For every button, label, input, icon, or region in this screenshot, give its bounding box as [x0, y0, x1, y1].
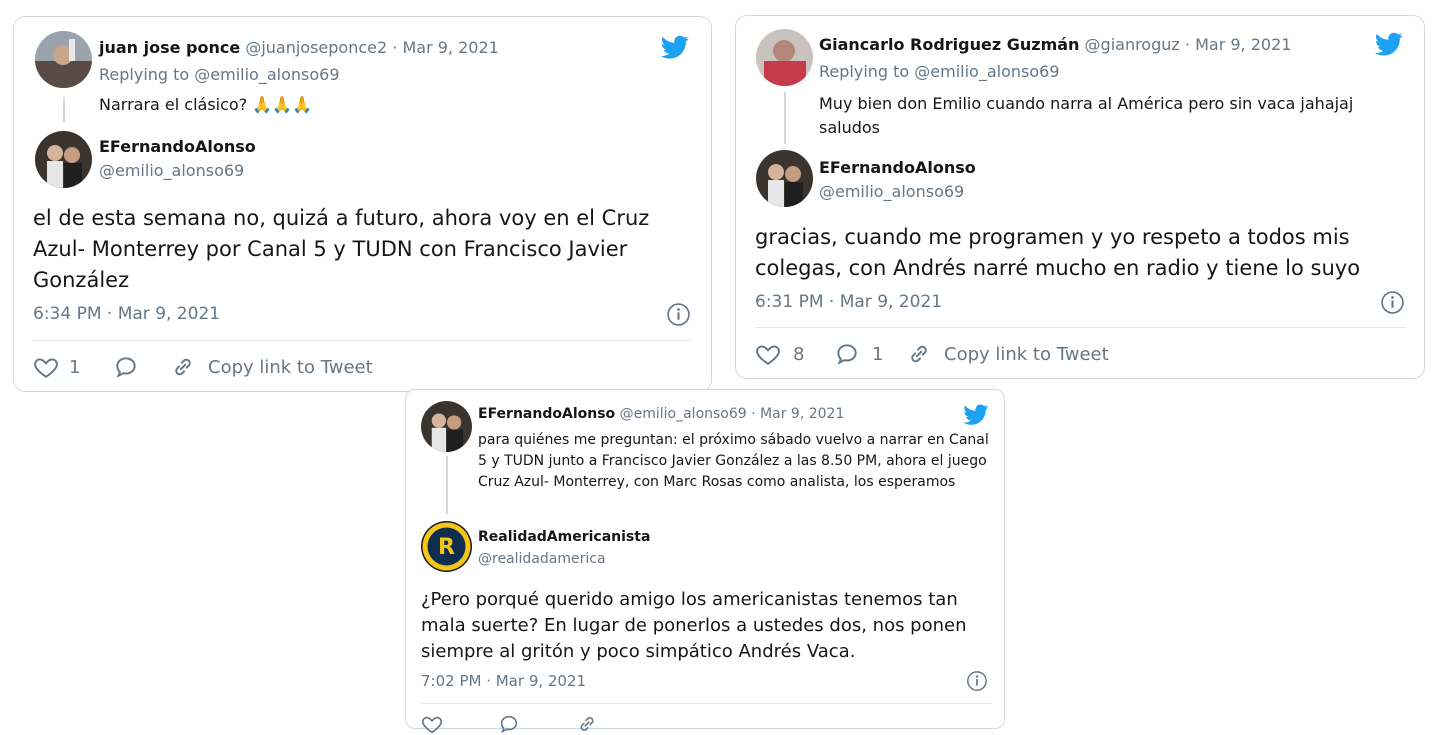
info-icon[interactable]: [966, 670, 988, 692]
heart-icon: [421, 713, 443, 735]
tweet-timestamp[interactable]: 7:02 PM · Mar 9, 2021: [421, 672, 586, 690]
info-icon[interactable]: [1380, 290, 1405, 315]
reply-author-name[interactable]: EFernandoAlonso: [819, 158, 976, 177]
link-icon: [906, 341, 932, 367]
parent-author-handle[interactable]: @gianroguz: [1085, 35, 1180, 54]
thread-line: [784, 92, 786, 144]
reply-icon: [113, 354, 139, 380]
replying-to[interactable]: Replying to @emilio_alonso69: [819, 62, 1060, 81]
svg-text:R: R: [438, 535, 455, 560]
parent-tweet-header: Giancarlo Rodriguez Guzmán @gianroguz · …: [819, 35, 1291, 54]
tweet-timestamp[interactable]: 6:31 PM · Mar 9, 2021: [755, 292, 942, 312]
heart-icon: [755, 341, 781, 367]
avatar[interactable]: [756, 150, 813, 207]
avatar[interactable]: [421, 401, 472, 452]
reply-author-name[interactable]: RealidadAmericanista: [478, 529, 650, 545]
copy-link-button[interactable]: Copy link to Tweet: [170, 354, 373, 380]
parent-author-handle[interactable]: @juanjoseponce2: [245, 38, 387, 57]
divider: [33, 340, 692, 341]
separator-dot: ·: [392, 38, 398, 57]
reply-author-handle[interactable]: @emilio_alonso69: [819, 182, 964, 201]
twitter-bird-icon[interactable]: [962, 402, 990, 427]
separator-dot: ·: [1184, 35, 1190, 54]
parent-tweet-text: Muy bien don Emilio cuando narra al Amér…: [819, 94, 1354, 137]
divider: [421, 703, 991, 704]
avatar[interactable]: R: [421, 521, 472, 572]
link-icon: [170, 354, 196, 380]
thread-line: [63, 97, 65, 123]
copy-link-label: Copy link to Tweet: [944, 343, 1109, 365]
reply-button[interactable]: [113, 354, 139, 380]
copy-link-button[interactable]: Copy link to Tweet: [906, 341, 1109, 367]
copy-link-button[interactable]: [576, 713, 598, 735]
parent-date[interactable]: Mar 9, 2021: [760, 406, 844, 422]
avatar[interactable]: [756, 29, 813, 86]
reply-count: 1: [872, 343, 884, 365]
info-icon[interactable]: [666, 302, 691, 327]
reply-icon: [834, 341, 860, 367]
tweet-timestamp[interactable]: 6:34 PM · Mar 9, 2021: [33, 304, 220, 324]
tweet-card-3: EFernandoAlonso @emilio_alonso69 · Mar 9…: [405, 389, 1005, 729]
parent-date[interactable]: Mar 9, 2021: [402, 38, 498, 57]
reply-button[interactable]: 1: [834, 341, 883, 367]
copy-link-label: Copy link to Tweet: [208, 356, 373, 378]
reply-button[interactable]: [498, 713, 520, 735]
like-count: 8: [793, 343, 805, 365]
parent-tweet-text: para quiénes me preguntan: el próximo sá…: [478, 432, 989, 490]
like-button[interactable]: 1: [33, 354, 80, 380]
parent-author-name[interactable]: EFernandoAlonso: [478, 406, 615, 422]
like-button[interactable]: [421, 713, 443, 735]
avatar[interactable]: [35, 31, 92, 88]
parent-author-name[interactable]: Giancarlo Rodriguez Guzmán: [819, 35, 1079, 54]
tweet-card-2: Giancarlo Rodriguez Guzmán @gianroguz · …: [735, 15, 1425, 379]
reply-author-handle[interactable]: @realidadamerica: [478, 551, 606, 567]
parent-author-handle[interactable]: @emilio_alonso69: [620, 406, 747, 422]
like-button[interactable]: 8: [755, 341, 804, 367]
replying-to[interactable]: Replying to @emilio_alonso69: [99, 65, 340, 84]
tweet-card-1: juan jose ponce @juanjoseponce2 · Mar 9,…: [13, 16, 712, 392]
parent-date[interactable]: Mar 9, 2021: [1195, 35, 1291, 54]
reply-tweet-text: gracias, cuando me programen y yo respet…: [755, 225, 1361, 280]
reply-tweet-text: el de esta semana no, quizá a futuro, ah…: [33, 206, 650, 292]
parent-tweet-text: Narrara el clásico? 🙏🙏🙏: [99, 95, 313, 114]
twitter-bird-icon[interactable]: [1373, 30, 1405, 58]
divider: [755, 327, 1406, 328]
reply-author-handle[interactable]: @emilio_alonso69: [99, 161, 244, 180]
parent-tweet-header: juan jose ponce @juanjoseponce2 · Mar 9,…: [99, 38, 499, 57]
parent-tweet-header: EFernandoAlonso @emilio_alonso69 · Mar 9…: [478, 406, 844, 422]
link-icon: [576, 713, 598, 735]
like-count: 1: [69, 356, 81, 378]
reply-author-name[interactable]: EFernandoAlonso: [99, 137, 256, 156]
heart-icon: [33, 354, 59, 380]
reply-tweet-text: ¿Pero porqué querido amigo los americani…: [421, 589, 967, 662]
parent-author-name[interactable]: juan jose ponce: [99, 38, 240, 57]
thread-line: [446, 456, 448, 514]
avatar[interactable]: [35, 131, 92, 188]
separator-dot: ·: [751, 406, 756, 422]
twitter-bird-icon[interactable]: [659, 33, 691, 61]
reply-icon: [498, 713, 520, 735]
